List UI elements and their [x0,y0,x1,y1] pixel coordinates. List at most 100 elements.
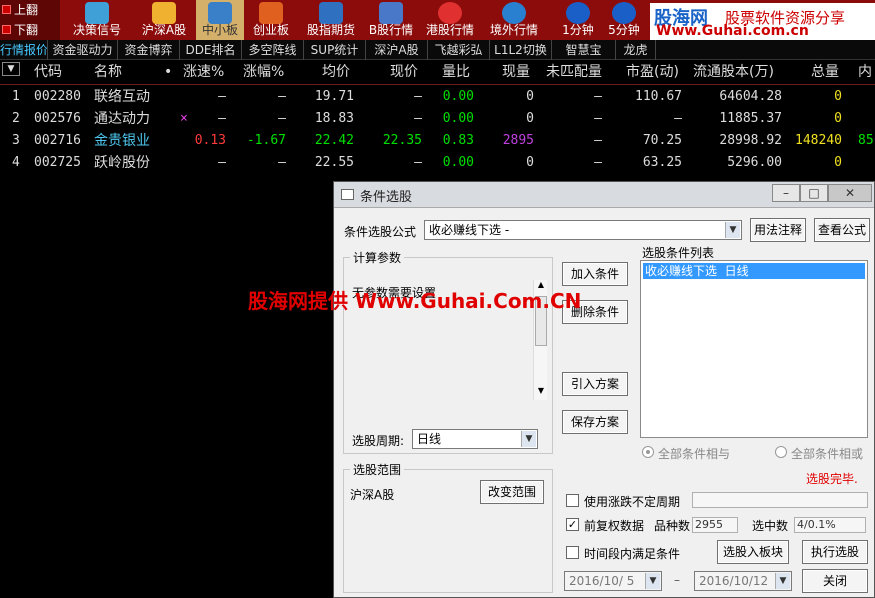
row-float: 64604.28 [719,89,782,104]
header-avg[interactable]: 均价 [322,61,350,83]
header-name[interactable]: 名称 [94,61,122,83]
dialog-titlebar[interactable]: 条件选股 – □ ✕ [334,182,874,208]
header-vol-ratio[interactable]: 量比 [442,61,470,83]
toolbar-index-futures[interactable]: 股指期货 [300,0,362,40]
selected-field: 4/0.1% [794,517,866,533]
row-inner [858,108,875,130]
row-pe: 110.67 [635,89,682,104]
condition-list[interactable]: 收必赚线下选 日线 [640,260,868,438]
row-unmatched: – [594,133,602,148]
tab-l1l2-switch[interactable]: L1L2切换 [490,40,552,60]
table-row[interactable]: 3 002716 金贵银业 0.13 -1.67 22.42 22.35 0.83 2895 – 7… [0,130,875,152]
tab-quotes[interactable]: 行情报价 [0,40,48,60]
condition-stock-picker-dialog: 条件选股 – □ ✕ 条件选股公式 收必赚线下选 - ▼ 用法注释 查看公式 计算… [333,181,875,598]
row-index: 1 [12,89,20,104]
dialog-title: 条件选股 [360,190,413,205]
header-inner[interactable]: 内 [858,61,872,83]
uncertain-period-field[interactable] [692,492,868,508]
to-block-button[interactable]: 选股入板块 [717,540,789,564]
radio-all-or[interactable] [775,446,787,458]
change-range-button[interactable]: 改变范围 [480,480,544,504]
date-to-picker[interactable]: 2016/10/12 ▼ [694,571,792,591]
radio-all-and-label: 全部条件相与 [658,447,731,461]
tab-capital-drive[interactable]: 资金驱动力 [48,40,118,60]
close-icon[interactable]: ✕ [828,184,872,202]
period-select[interactable]: 日线 ▼ [412,429,538,449]
radio-all-and[interactable] [642,446,654,458]
maximize-icon[interactable]: □ [800,184,828,202]
tab-capital-game[interactable]: 资金博弈 [118,40,180,60]
brand-banner: 股海网 股票软件资源分享 Www.Guhai.com.cn [650,3,875,40]
header-change[interactable]: 涨幅% [243,61,284,83]
dialog-window-icon [341,189,354,200]
tab-dde-ranking[interactable]: DDE排名 [180,40,242,60]
app-window: 上翻 下翻 决策信号 沪深A股 中小板 创业板 股指期货 B股行情 港股行情 境… [0,0,875,598]
close-button[interactable]: 关闭 [802,569,868,593]
row-vol-ratio: 0.00 [442,155,474,170]
date-separator: – [674,573,680,587]
toolbar-hk-stocks[interactable]: 港股行情 [422,0,478,40]
interval-condition-label: 时间段内满足条件 [584,547,681,561]
row-total: 148240 [795,133,842,148]
toolbar-5min[interactable]: 5分钟 [604,0,644,40]
tab-long-short[interactable]: 多空阵线 [242,40,304,60]
toolbar-sh-sz-a-shares[interactable]: 沪深A股 [136,0,192,40]
tab-feiyue[interactable]: 飞越彩弘 [428,40,490,60]
tab-zhihuibao[interactable]: 智慧宝 [552,40,616,60]
interval-condition-checkbox[interactable] [566,546,579,559]
row-pe: – [674,111,682,126]
header-unmatched[interactable]: 未匹配量 [546,61,602,83]
header-cur-vol[interactable]: 现量 [502,61,530,83]
table-row[interactable]: 1 002280 联络互动 – – 19.71 – 0.00 0 – 110.67 64604.28 0 [0,86,875,108]
scroll-down-icon[interactable]: ▼ [534,386,548,400]
row-code: 002725 [34,155,81,170]
import-plan-button[interactable]: 引入方案 [562,372,628,396]
date-to-value: 2016/10/12 [699,574,769,588]
toolbar-1min[interactable]: 1分钟 [558,0,598,40]
page-down-button[interactable]: 下翻 [0,20,60,40]
usage-notes-button[interactable]: 用法注释 [750,218,806,242]
table-row[interactable]: 2 002576 通达动力 × – – 18.83 – 0.00 0 – – 11885.37 0 [0,108,875,130]
row-total: 0 [834,111,842,126]
chevron-down-icon: ▼ [521,431,536,447]
header-total[interactable]: 总量 [811,61,839,83]
tab-dragon-tiger[interactable]: 龙虎 [616,40,656,60]
execute-button[interactable]: 执行选股 [802,540,868,564]
menu-dropdown-icon[interactable]: ▼ [2,62,20,76]
row-avg: 19.71 [314,89,354,104]
condition-list-item[interactable]: 收必赚线下选 日线 [643,263,865,279]
row-pe: 70.25 [642,133,682,148]
uncertain-period-checkbox[interactable] [566,494,579,507]
table-row[interactable]: 4 002725 跃岭股份 – – 22.55 – 0.00 0 – 63.25 5296.00 0 [0,152,875,174]
row-price: – [414,111,422,126]
view-formula-button[interactable]: 查看公式 [814,218,870,242]
row-change: – [278,89,286,104]
toolbar-b-shares[interactable]: B股行情 [364,0,418,40]
header-float[interactable]: 流通股本(万) [693,61,774,83]
header-speed[interactable]: 涨速% [183,61,224,83]
row-change: -1.67 [246,133,286,148]
chevron-down-icon: ▼ [645,573,660,589]
formula-select[interactable]: 收必赚线下选 - ▼ [424,220,742,240]
header-code[interactable]: 代码 [34,61,62,83]
toolbar-sme-board[interactable]: 中小板 [196,0,244,40]
save-plan-button[interactable]: 保存方案 [562,410,628,434]
row-code: 002716 [34,133,81,148]
radio-all-or-label: 全部条件相或 [791,447,864,461]
date-from-picker[interactable]: 2016/10/ 5 ▼ [564,571,662,591]
tab-sup-stats[interactable]: SUP统计 [304,40,366,60]
adjusted-data-label: 前复权数据 [584,519,645,533]
header-price[interactable]: 现价 [390,61,418,83]
page-up-button[interactable]: 上翻 [0,0,60,20]
header-pe[interactable]: 市盈(动) [626,61,679,83]
toolbar-gem-board[interactable]: 创业板 [248,0,294,40]
varieties-label: 品种数 [654,519,691,533]
row-total: 0 [834,89,842,104]
toolbar-decision-signal[interactable]: 决策信号 [66,0,128,40]
add-condition-button[interactable]: 加入条件 [562,262,628,286]
toolbar-overseas[interactable]: 境外行情 [486,0,542,40]
minimize-icon[interactable]: – [772,184,800,202]
row-index: 4 [12,155,20,170]
tab-sz-sh-a[interactable]: 深沪A股 [366,40,428,60]
adjusted-data-checkbox[interactable]: ✓ [566,518,579,531]
